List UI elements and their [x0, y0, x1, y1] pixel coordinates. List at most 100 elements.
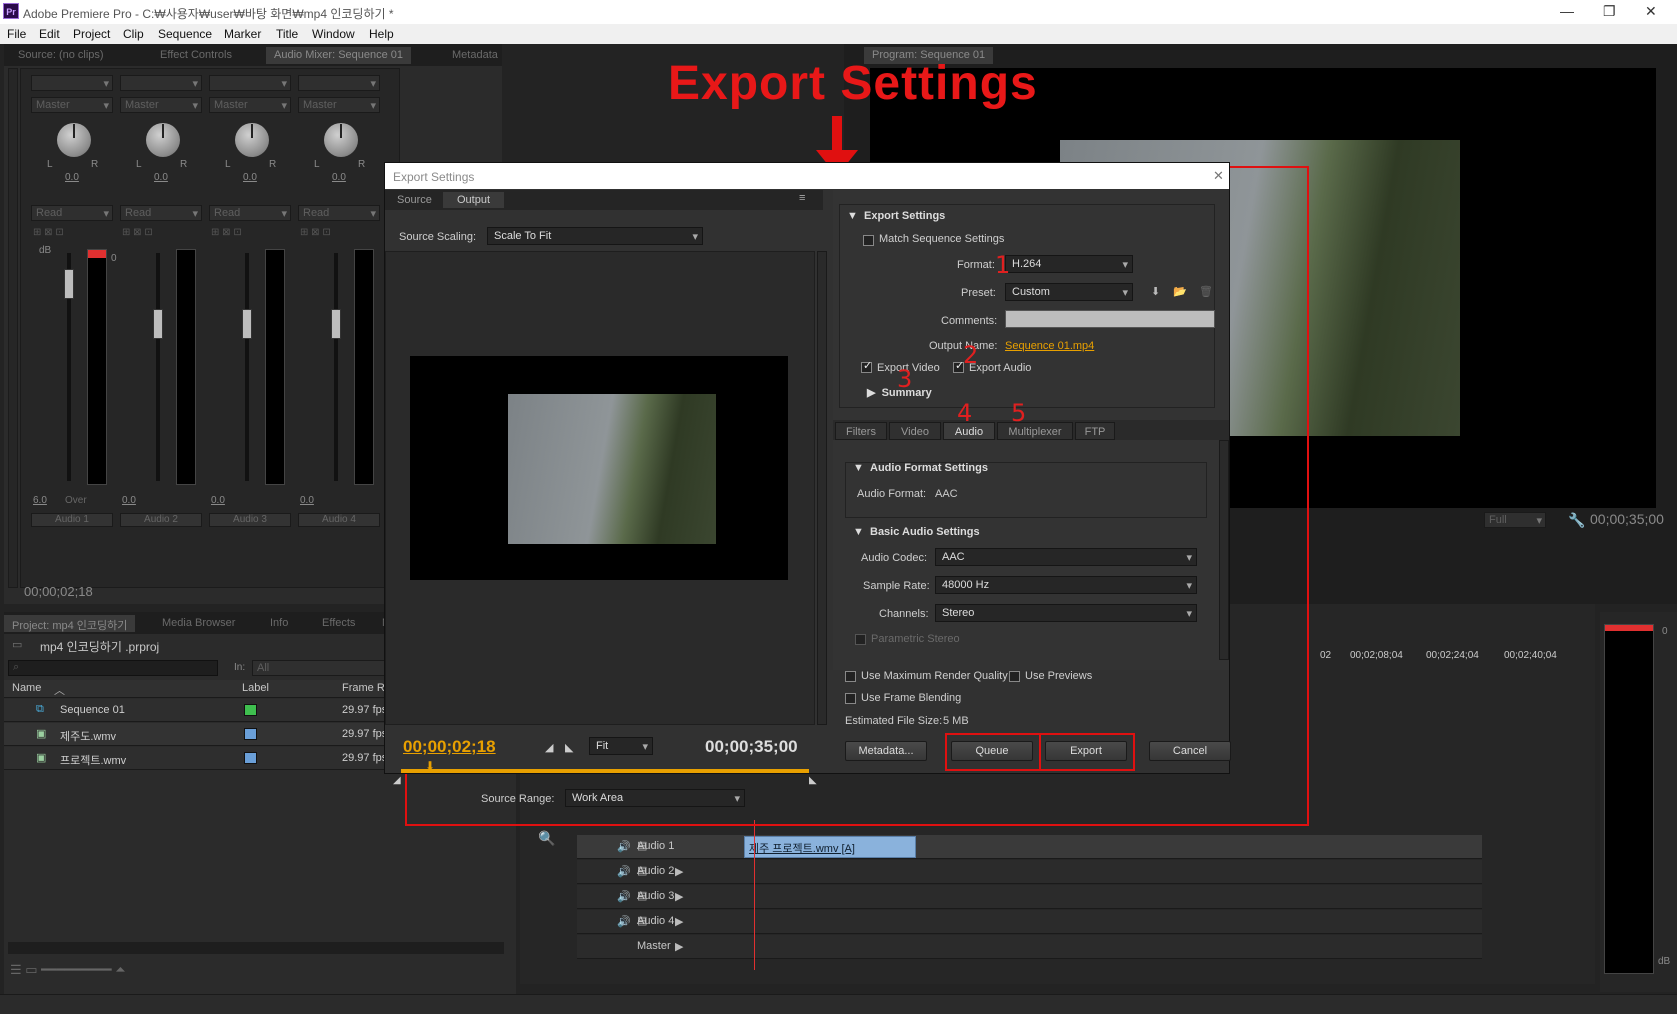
- channel-send-dropdown[interactable]: Master: [298, 97, 380, 113]
- export-settings-header[interactable]: ▼ Export Settings: [847, 210, 945, 222]
- sample-rate-select[interactable]: 48000 Hz: [935, 576, 1197, 594]
- tab-filters[interactable]: Filters: [835, 422, 887, 440]
- mixer-collapse-strip[interactable]: [8, 68, 18, 588]
- automation-mode-dropdown[interactable]: Read: [120, 205, 202, 221]
- audio-clip[interactable]: 제주 프로젝트.wmv [A]: [744, 836, 916, 858]
- track-audio-3[interactable]: 🔊 ▤ ▶ Audio 3: [577, 885, 1482, 909]
- tab-project[interactable]: Project: mp4 인코딩하기: [4, 615, 136, 632]
- tab-video[interactable]: Video: [889, 422, 941, 440]
- format-select[interactable]: H.264: [1005, 255, 1133, 273]
- volume-value[interactable]: 6.0: [33, 495, 47, 506]
- work-area-bar[interactable]: [401, 769, 809, 773]
- tab-source-preview[interactable]: Source: [387, 192, 442, 208]
- pan-value[interactable]: 0.0: [332, 172, 346, 183]
- pan-value[interactable]: 0.0: [154, 172, 168, 183]
- channel-send-dropdown[interactable]: Master: [120, 97, 202, 113]
- basic-audio-header[interactable]: ▼ Basic Audio Settings: [853, 526, 980, 538]
- playhead-marker-icon[interactable]: ⬇: [425, 759, 435, 773]
- maximize-icon[interactable]: ❐: [1603, 3, 1616, 20]
- column-name[interactable]: Name: [12, 682, 41, 694]
- range-start-handle-icon[interactable]: ◢: [393, 775, 401, 786]
- track-audio-2[interactable]: 🔊 ▤ ▶ Audio 2: [577, 860, 1482, 884]
- close-icon[interactable]: ✕: [1645, 3, 1657, 20]
- label-swatch-blue[interactable]: [244, 728, 257, 740]
- comments-input[interactable]: [1005, 310, 1215, 328]
- automation-mode-dropdown[interactable]: Read: [31, 205, 113, 221]
- menu-file[interactable]: File: [7, 27, 26, 41]
- export-video-checkbox[interactable]: [861, 359, 872, 373]
- source-range-select[interactable]: Work Area: [565, 789, 745, 807]
- use-previews-checkbox[interactable]: [1009, 671, 1020, 682]
- tab-audio-mixer[interactable]: Audio Mixer: Sequence 01: [266, 47, 412, 64]
- channel-send-dropdown[interactable]: Master: [31, 97, 113, 113]
- tab-effect-controls[interactable]: Effect Controls: [152, 47, 240, 64]
- tab-info[interactable]: Info: [262, 615, 296, 632]
- track-audio-1[interactable]: 🔊 ▤ Audio 1: [577, 835, 1482, 859]
- preview-scrollbar[interactable]: [817, 251, 827, 725]
- tab-metadata[interactable]: Metadata: [444, 47, 506, 64]
- set-out-point-icon[interactable]: ◣: [565, 741, 573, 754]
- zoom-dropdown[interactable]: Full: [1484, 512, 1546, 528]
- tab-multiplexer[interactable]: Multiplexer: [997, 422, 1073, 440]
- menu-edit[interactable]: Edit: [39, 27, 60, 41]
- source-scaling-select[interactable]: Scale To Fit: [487, 227, 703, 245]
- mute-solo-record-buttons[interactable]: ⊞ ⊠ ⊡: [300, 227, 331, 238]
- tab-source[interactable]: Source: (no clips): [10, 47, 112, 64]
- output-name-link[interactable]: Sequence 01.mp4: [1005, 340, 1094, 352]
- project-scrollbar[interactable]: [8, 942, 504, 954]
- volume-fader[interactable]: [331, 309, 341, 339]
- menu-marker[interactable]: Marker: [224, 27, 261, 41]
- channel-effect-dropdown[interactable]: [209, 75, 291, 91]
- tab-media-browser[interactable]: Media Browser: [154, 615, 243, 632]
- mute-solo-record-buttons[interactable]: ⊞ ⊠ ⊡: [122, 227, 153, 238]
- track-audio-4[interactable]: 🔊 ▤ ▶ Audio 4: [577, 910, 1482, 934]
- pan-knob[interactable]: [57, 123, 91, 157]
- delete-preset-icon[interactable]: 🗑: [1199, 285, 1213, 298]
- volume-value[interactable]: 0.0: [122, 495, 136, 506]
- volume-value[interactable]: 0.0: [300, 495, 314, 506]
- menu-clip[interactable]: Clip: [123, 27, 144, 41]
- mute-solo-record-buttons[interactable]: ⊞ ⊠ ⊡: [211, 227, 242, 238]
- channel-effect-dropdown[interactable]: [120, 75, 202, 91]
- frame-blending-checkbox[interactable]: [845, 693, 856, 704]
- tab-ftp[interactable]: FTP: [1075, 422, 1115, 440]
- menu-sequence[interactable]: Sequence: [158, 27, 212, 41]
- project-bottom-toolbar[interactable]: ☰ ▭ ━━━━━━━━━ ⏶: [10, 962, 126, 978]
- channel-effect-dropdown[interactable]: [298, 75, 380, 91]
- automation-mode-dropdown[interactable]: Read: [298, 205, 380, 221]
- fit-select[interactable]: Fit: [589, 737, 653, 755]
- range-end-handle-icon[interactable]: ◣: [809, 775, 817, 786]
- menu-project[interactable]: Project: [73, 27, 110, 41]
- project-search-input[interactable]: ⌕: [8, 660, 218, 676]
- audio-format-header[interactable]: ▼ Audio Format Settings: [853, 462, 988, 474]
- track-master[interactable]: ▶ Master: [577, 935, 1482, 959]
- tab-output-preview[interactable]: Output: [443, 192, 505, 208]
- menu-help[interactable]: Help: [369, 27, 394, 41]
- in-filter-dropdown[interactable]: All: [252, 660, 402, 676]
- menu-window[interactable]: Window: [312, 27, 355, 41]
- volume-fader[interactable]: [153, 309, 163, 339]
- panel-menu-icon[interactable]: ≡: [799, 192, 805, 204]
- metadata-button[interactable]: Metadata...: [845, 741, 927, 761]
- sort-ascending-icon[interactable]: ︿: [54, 682, 65, 698]
- mixer-timecode[interactable]: 00;00;02;18: [24, 584, 93, 599]
- settings-scrollbar[interactable]: [1219, 440, 1229, 660]
- volume-value[interactable]: 0.0: [211, 495, 225, 506]
- minimize-icon[interactable]: —: [1560, 3, 1574, 19]
- current-timecode[interactable]: 00;00;02;18: [403, 737, 496, 757]
- label-swatch-green[interactable]: [244, 704, 257, 716]
- dialog-close-icon[interactable]: ✕: [1213, 168, 1224, 184]
- cancel-button[interactable]: Cancel: [1149, 741, 1231, 761]
- pan-value[interactable]: 0.0: [243, 172, 257, 183]
- audio-codec-select[interactable]: AAC: [935, 548, 1197, 566]
- parametric-stereo-checkbox[interactable]: [855, 634, 866, 645]
- playhead-line[interactable]: [754, 820, 755, 970]
- mute-solo-record-buttons[interactable]: ⊞ ⊠ ⊡: [33, 227, 64, 238]
- column-label[interactable]: Label: [242, 682, 269, 694]
- channels-select[interactable]: Stereo: [935, 604, 1197, 622]
- zoom-icon[interactable]: 🔍: [538, 830, 555, 847]
- set-in-point-icon[interactable]: ◢: [545, 741, 553, 754]
- tab-effects[interactable]: Effects: [314, 615, 363, 632]
- import-preset-icon[interactable]: 📂: [1173, 285, 1187, 298]
- max-render-quality-checkbox[interactable]: [845, 671, 856, 682]
